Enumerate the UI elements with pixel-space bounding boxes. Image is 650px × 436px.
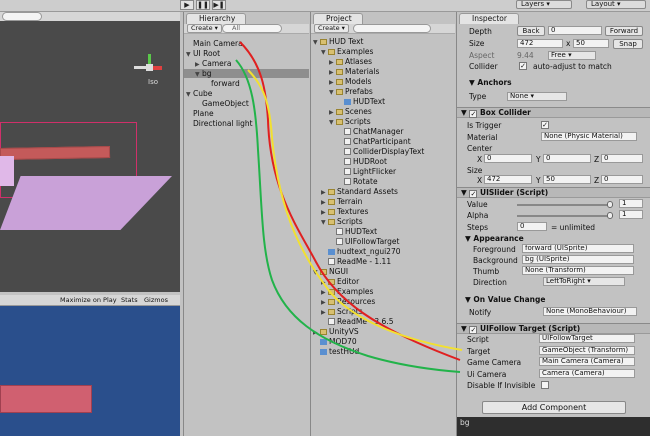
red-annotation-stroke	[239, 41, 461, 361]
green-annotation-stroke	[235, 59, 461, 373]
annotation-overlay	[235, 41, 463, 373]
